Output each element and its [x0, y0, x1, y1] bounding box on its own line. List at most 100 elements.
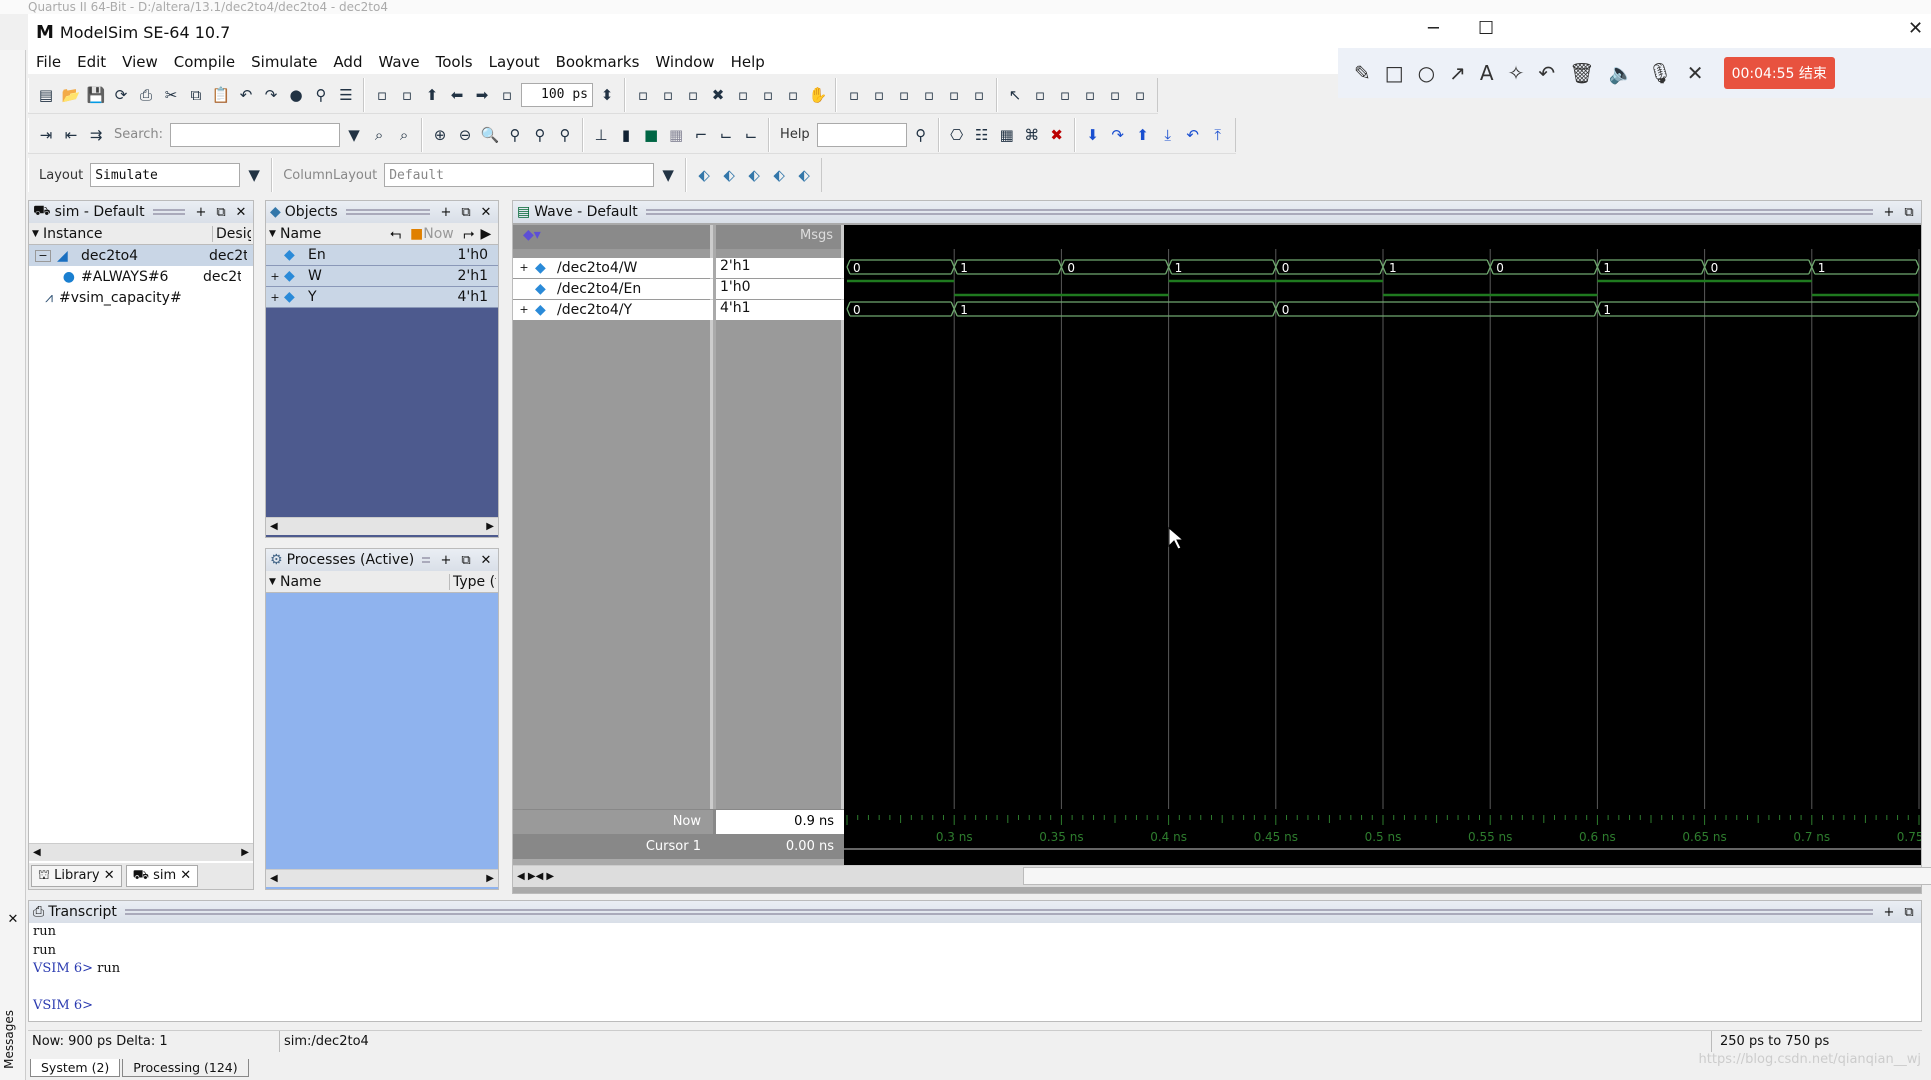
object-row[interactable]: + ◆ Y 4'h1: [266, 287, 498, 308]
cursor-label[interactable]: Cursor 1: [513, 835, 713, 859]
dock-button[interactable]: +: [438, 553, 454, 568]
dock-button[interactable]: +: [193, 205, 209, 220]
menu-add[interactable]: Add: [325, 50, 370, 74]
step-into-icon[interactable]: ⬇: [1082, 124, 1104, 146]
wave-grey-icon[interactable]: ▦: [665, 124, 687, 146]
maximize-button[interactable]: ☐: [1478, 18, 1494, 39]
edge-any-icon[interactable]: ⌙: [740, 124, 762, 146]
dock-button[interactable]: +: [1881, 905, 1897, 920]
reload-icon[interactable]: ⟳: [110, 84, 132, 106]
wave-bar-icon[interactable]: ▮: [615, 124, 637, 146]
add-log-icon[interactable]: ⬖: [743, 164, 765, 186]
add-list-icon[interactable]: ⬖: [718, 164, 740, 186]
undock-button[interactable]: ⧉: [1901, 905, 1917, 920]
mem-icon[interactable]: ▫: [782, 84, 804, 106]
col-instance[interactable]: Instance: [43, 225, 213, 242]
panel-grip[interactable]: [152, 209, 185, 215]
step-out-back-icon[interactable]: ⤒: [1207, 124, 1229, 146]
paste-icon[interactable]: 📋: [210, 84, 232, 106]
undo-icon[interactable]: ↶: [1538, 61, 1555, 85]
cut-icon[interactable]: ✂: [160, 84, 182, 106]
panel-grip[interactable]: [645, 209, 1873, 215]
redo-icon[interactable]: ↷: [260, 84, 282, 106]
sort-icon[interactable]: ▼: [29, 229, 43, 239]
menu-tools[interactable]: Tools: [428, 50, 481, 74]
step-over-back-icon[interactable]: ↶: [1182, 124, 1204, 146]
text-icon[interactable]: A: [1480, 61, 1494, 85]
search-input[interactable]: [170, 122, 341, 147]
help-search-icon[interactable]: ⚲: [910, 124, 932, 146]
expand-icon[interactable]: +: [266, 270, 284, 283]
minimize-button[interactable]: ─: [1428, 18, 1439, 39]
delete-icon[interactable]: ✖: [1046, 124, 1068, 146]
insert-icon[interactable]: ▫: [1054, 84, 1076, 106]
menu-help[interactable]: Help: [723, 50, 773, 74]
all-icon[interactable]: ▫: [943, 84, 965, 106]
edge-fall-icon[interactable]: ⌙: [715, 124, 737, 146]
search-prev-icon[interactable]: ⌕: [393, 124, 415, 146]
save-icon[interactable]: 💾: [85, 84, 107, 106]
magic-icon[interactable]: ✧: [1508, 61, 1525, 85]
grid-icon[interactable]: ▦: [996, 124, 1018, 146]
instance-row[interactable]: ● #ALWAYS#6 dec2to4: [29, 266, 253, 287]
add-watch-icon[interactable]: ⬖: [793, 164, 815, 186]
break-icon[interactable]: ▫: [632, 84, 654, 106]
add-dataflow-icon[interactable]: ⬖: [768, 164, 790, 186]
zoom-full-icon[interactable]: 🔍: [479, 124, 501, 146]
new-icon[interactable]: ▤: [35, 84, 57, 106]
tab-processing[interactable]: Processing (124): [122, 1059, 249, 1077]
col-design[interactable]: Design: [213, 226, 251, 242]
dock-button[interactable]: +: [1881, 205, 1897, 220]
find-icon[interactable]: ⚲: [310, 84, 332, 106]
stop-icon[interactable]: ✖: [707, 84, 729, 106]
close-panel-button[interactable]: ✕: [478, 205, 494, 220]
panel-grip[interactable]: [124, 909, 1873, 915]
col-name[interactable]: Name: [280, 226, 390, 242]
column-layout-select[interactable]: Default: [384, 163, 655, 187]
wave-signal-row[interactable]: + ◆ /dec2to4/Y 4'h1: [513, 299, 844, 320]
undock-button[interactable]: ⧉: [458, 553, 474, 568]
expand-icon[interactable]: +: [513, 303, 535, 316]
wave-horizontal-scrollbar[interactable]: ◀ ▶◀ ▶ ▶: [513, 865, 1931, 887]
forward-icon[interactable]: ➡: [471, 84, 493, 106]
col-type[interactable]: Type (f: [450, 574, 496, 590]
next-edge-icon[interactable]: ⮣: [463, 226, 474, 242]
zoom-mode-icon[interactable]: ▫: [1029, 84, 1051, 106]
cont-icon[interactable]: ▫: [732, 84, 754, 106]
step-out-icon[interactable]: ⇤: [60, 124, 82, 146]
wand-icon[interactable]: ▫: [968, 84, 990, 106]
step-in-icon[interactable]: ⇥: [35, 124, 57, 146]
run-icon[interactable]: ●: [285, 84, 307, 106]
print-icon[interactable]: ⎙: [135, 84, 157, 106]
undock-button[interactable]: ⧉: [1901, 205, 1917, 220]
close-panel-button[interactable]: ✕: [478, 553, 494, 568]
column-layout-dropdown-icon[interactable]: ▼: [657, 164, 679, 186]
undo-icon[interactable]: ↶: [235, 84, 257, 106]
list-icon[interactable]: ☷: [971, 124, 993, 146]
sort-icon[interactable]: ▼: [266, 229, 280, 239]
help-input[interactable]: [816, 122, 907, 147]
wave-scroll-thumb[interactable]: [1023, 867, 1931, 885]
tab-sim[interactable]: ⛟ sim ✕: [125, 865, 199, 887]
waveform-canvas[interactable]: 0.3 ns 0.35 ns 0.4 ns 0.45 ns 0.5 ns 0.55 ns 0…: [844, 225, 1921, 893]
edge-rise-icon[interactable]: ⌐: [690, 124, 712, 146]
scroll-right-icon[interactable]: ▶: [474, 226, 491, 242]
run-length-spinner-icon[interactable]: ⬍: [596, 84, 618, 106]
open-icon[interactable]: 📂: [60, 84, 82, 106]
search-next-icon[interactable]: ⌕: [368, 124, 390, 146]
step-back-icon[interactable]: ⤓: [1157, 124, 1179, 146]
step-icon[interactable]: ▫: [657, 84, 679, 106]
zoom-in-icon[interactable]: ⊕: [429, 124, 451, 146]
menu-compile[interactable]: Compile: [166, 50, 243, 74]
sim-horizontal-scrollbar[interactable]: ◀ ▶: [29, 843, 253, 861]
cursor2-icon[interactable]: ▫: [1104, 84, 1126, 106]
undock-button[interactable]: ⧉: [458, 205, 474, 220]
wave-signal-row[interactable]: ◆ /dec2to4/En 1'h0: [513, 278, 844, 299]
wave-options-icon[interactable]: ◆▾: [513, 225, 710, 249]
mem-icon[interactable]: ⎔: [946, 124, 968, 146]
close-panel-button[interactable]: ✕: [233, 205, 249, 220]
edge4-icon[interactable]: ▫: [918, 84, 940, 106]
expand-icon[interactable]: +: [513, 261, 535, 274]
step-out-icon[interactable]: ⬆: [1132, 124, 1154, 146]
mic-icon[interactable]: 🎙: [1647, 61, 1672, 85]
